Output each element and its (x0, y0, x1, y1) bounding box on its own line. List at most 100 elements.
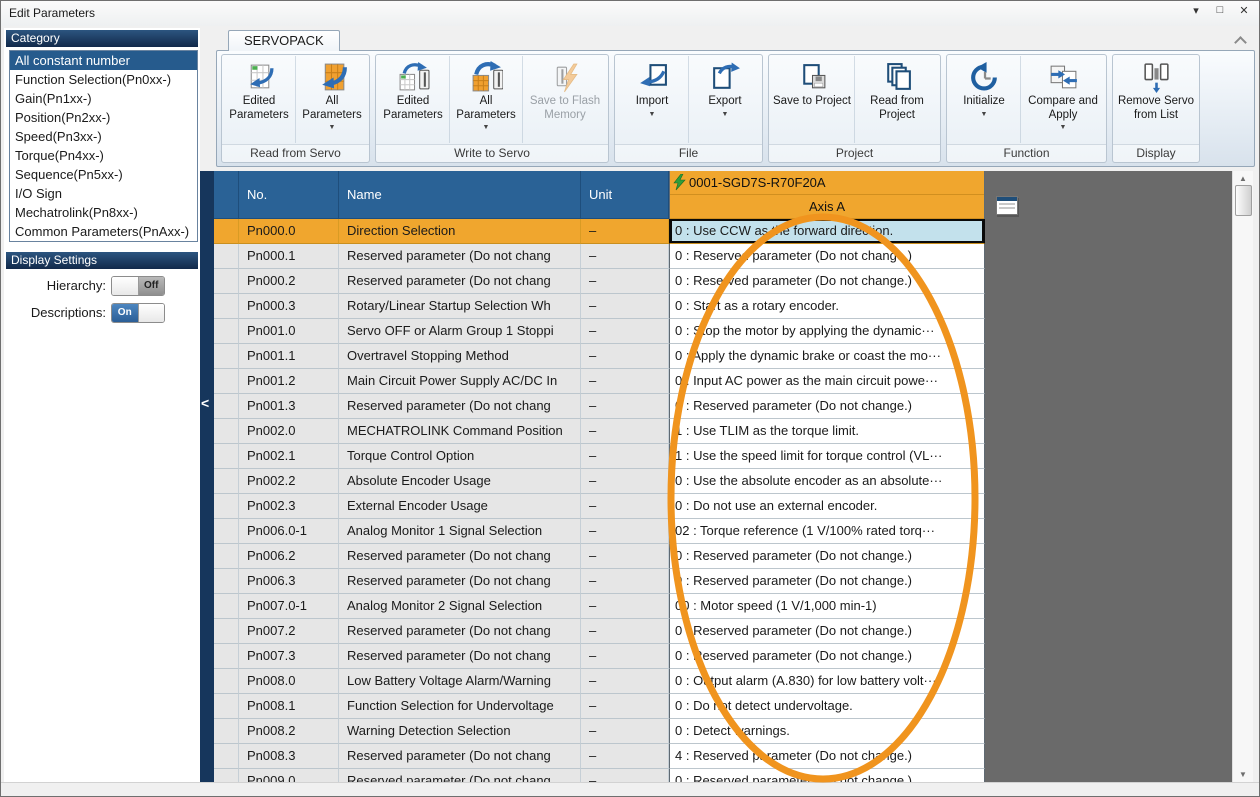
dropdown-caret-icon[interactable]: ▼ (483, 124, 490, 131)
param-unit-cell[interactable]: – (581, 269, 669, 294)
param-unit-cell[interactable]: – (581, 419, 669, 444)
param-name-cell[interactable]: Direction Selection (339, 219, 581, 244)
param-name-cell[interactable]: Analog Monitor 2 Signal Selection (339, 594, 581, 619)
param-no-cell[interactable]: Pn000.0 (239, 219, 339, 244)
row-header-cell[interactable] (214, 444, 239, 469)
row-header-cell[interactable] (214, 669, 239, 694)
sidebar-splitter[interactable]: < (200, 171, 214, 783)
row-header-cell[interactable] (214, 519, 239, 544)
param-no-cell[interactable]: Pn007.2 (239, 619, 339, 644)
category-item-common-parameters-pnaxx[interactable]: Common Parameters(PnAxx-) (10, 222, 197, 241)
row-header-cell[interactable] (214, 719, 239, 744)
scroll-down-icon[interactable]: ▼ (1233, 767, 1253, 783)
param-name-cell[interactable]: Reserved parameter (Do not chang (339, 544, 581, 569)
hierarchy-toggle[interactable]: Off (111, 276, 165, 296)
param-value-cell[interactable]: 0 : Apply the dynamic brake or coast the… (669, 344, 985, 369)
save-to-flash-memory-button[interactable]: Save to Flash Memory (523, 56, 607, 143)
category-item-position-pn2xx[interactable]: Position(Pn2xx-) (10, 108, 197, 127)
param-no-cell[interactable]: Pn001.1 (239, 344, 339, 369)
tab-servopack[interactable]: SERVOPACK (228, 30, 340, 51)
row-header-cell[interactable] (214, 369, 239, 394)
param-name-cell[interactable]: Reserved parameter (Do not chang (339, 269, 581, 294)
param-unit-cell[interactable]: – (581, 644, 669, 669)
param-name-cell[interactable]: Reserved parameter (Do not chang (339, 394, 581, 419)
row-header-cell[interactable] (214, 769, 239, 783)
param-unit-cell[interactable]: – (581, 669, 669, 694)
param-value-cell[interactable]: 0 : Use CCW as the forward direction. (669, 219, 985, 244)
param-unit-cell[interactable]: – (581, 319, 669, 344)
param-no-cell[interactable]: Pn006.2 (239, 544, 339, 569)
param-unit-cell[interactable]: – (581, 694, 669, 719)
category-item-speed-pn3xx[interactable]: Speed(Pn3xx-) (10, 127, 197, 146)
read-from-project-button[interactable]: Read from Project (855, 56, 939, 143)
param-no-cell[interactable]: Pn006.0-1 (239, 519, 339, 544)
axis-column-header[interactable]: 0001-SGD7S-R70F20A Axis A (669, 171, 985, 219)
param-name-cell[interactable]: Analog Monitor 1 Signal Selection (339, 519, 581, 544)
import-button[interactable]: Import ▼ (616, 56, 689, 143)
row-header-cell[interactable] (214, 494, 239, 519)
param-value-cell[interactable]: 0 : Stop the motor by applying the dynam… (669, 319, 985, 344)
category-item-torque-pn4xx[interactable]: Torque(Pn4xx-) (10, 146, 197, 165)
param-value-cell[interactable]: 0 : Reserved parameter (Do not change.) (669, 569, 985, 594)
param-no-cell[interactable]: Pn006.3 (239, 569, 339, 594)
all-parameters-button[interactable]: All Parameters ▼ (296, 56, 368, 143)
param-name-cell[interactable]: Main Circuit Power Supply AC/DC In (339, 369, 581, 394)
row-header-cell[interactable] (214, 244, 239, 269)
param-unit-cell[interactable]: – (581, 444, 669, 469)
collapse-left-icon[interactable]: < (201, 395, 209, 411)
param-value-cell[interactable]: 0 : Input AC power as the main circuit p… (669, 369, 985, 394)
param-no-cell[interactable]: Pn007.0-1 (239, 594, 339, 619)
param-unit-cell[interactable]: – (581, 394, 669, 419)
param-no-cell[interactable]: Pn002.2 (239, 469, 339, 494)
param-value-cell[interactable]: 0 : Reserved parameter (Do not change.) (669, 244, 985, 269)
param-unit-cell[interactable]: – (581, 344, 669, 369)
row-header-cell[interactable] (214, 644, 239, 669)
row-header-cell[interactable] (214, 594, 239, 619)
row-header-cell[interactable] (214, 619, 239, 644)
param-no-cell[interactable]: Pn001.0 (239, 319, 339, 344)
export-button[interactable]: Export ▼ (689, 56, 761, 143)
maximize-icon[interactable]: □ (1213, 4, 1227, 17)
param-name-cell[interactable]: Reserved parameter (Do not chang (339, 244, 581, 269)
param-no-cell[interactable]: Pn000.1 (239, 244, 339, 269)
param-name-cell[interactable]: Absolute Encoder Usage (339, 469, 581, 494)
row-header-cell[interactable] (214, 569, 239, 594)
param-no-cell[interactable]: Pn002.1 (239, 444, 339, 469)
dropdown-caret-icon[interactable]: ▼ (1060, 124, 1067, 131)
row-header-cell[interactable] (214, 744, 239, 769)
param-unit-cell[interactable]: – (581, 594, 669, 619)
param-name-cell[interactable]: Reserved parameter (Do not chang (339, 744, 581, 769)
param-value-cell[interactable]: 0 : Start as a rotary encoder. (669, 294, 985, 319)
param-unit-cell[interactable]: – (581, 294, 669, 319)
row-header-cell[interactable] (214, 319, 239, 344)
param-name-cell[interactable]: Warning Detection Selection (339, 719, 581, 744)
descriptions-toggle[interactable]: On (111, 303, 165, 323)
param-name-cell[interactable]: Overtravel Stopping Method (339, 344, 581, 369)
param-value-cell[interactable]: 0 : Use the absolute encoder as an absol… (669, 469, 985, 494)
window-menu-icon[interactable]: ▾ (1189, 4, 1203, 17)
param-unit-cell[interactable]: – (581, 619, 669, 644)
param-value-cell[interactable]: 0 : Do not use an external encoder. (669, 494, 985, 519)
collapse-ribbon-icon[interactable] (1233, 36, 1247, 49)
param-unit-cell[interactable]: – (581, 519, 669, 544)
param-name-cell[interactable]: Servo OFF or Alarm Group 1 Stoppi (339, 319, 581, 344)
row-header-cell[interactable] (214, 269, 239, 294)
category-item-gain-pn1xx[interactable]: Gain(Pn1xx-) (10, 89, 197, 108)
param-unit-cell[interactable]: – (581, 494, 669, 519)
edited-parameters-button[interactable]: Edited Parameters (223, 56, 296, 143)
param-no-cell[interactable]: Pn001.2 (239, 369, 339, 394)
param-no-cell[interactable]: Pn001.3 (239, 394, 339, 419)
axis-card-icon[interactable] (996, 196, 1018, 215)
param-unit-cell[interactable]: – (581, 719, 669, 744)
remove-servo-from-list-button[interactable]: Remove Servo from List (1114, 56, 1198, 143)
param-unit-cell[interactable]: – (581, 769, 669, 783)
param-no-cell[interactable]: Pn008.1 (239, 694, 339, 719)
param-name-cell[interactable]: Function Selection for Undervoltage (339, 694, 581, 719)
param-name-cell[interactable]: Reserved parameter (Do not chang (339, 569, 581, 594)
param-name-cell[interactable]: Reserved parameter (Do not chang (339, 619, 581, 644)
row-header-cell[interactable] (214, 344, 239, 369)
param-name-cell[interactable]: Rotary/Linear Startup Selection Wh (339, 294, 581, 319)
param-no-cell[interactable]: Pn002.3 (239, 494, 339, 519)
param-unit-cell[interactable]: – (581, 244, 669, 269)
param-value-cell[interactable]: 0 : Output alarm (A.830) for low battery… (669, 669, 985, 694)
